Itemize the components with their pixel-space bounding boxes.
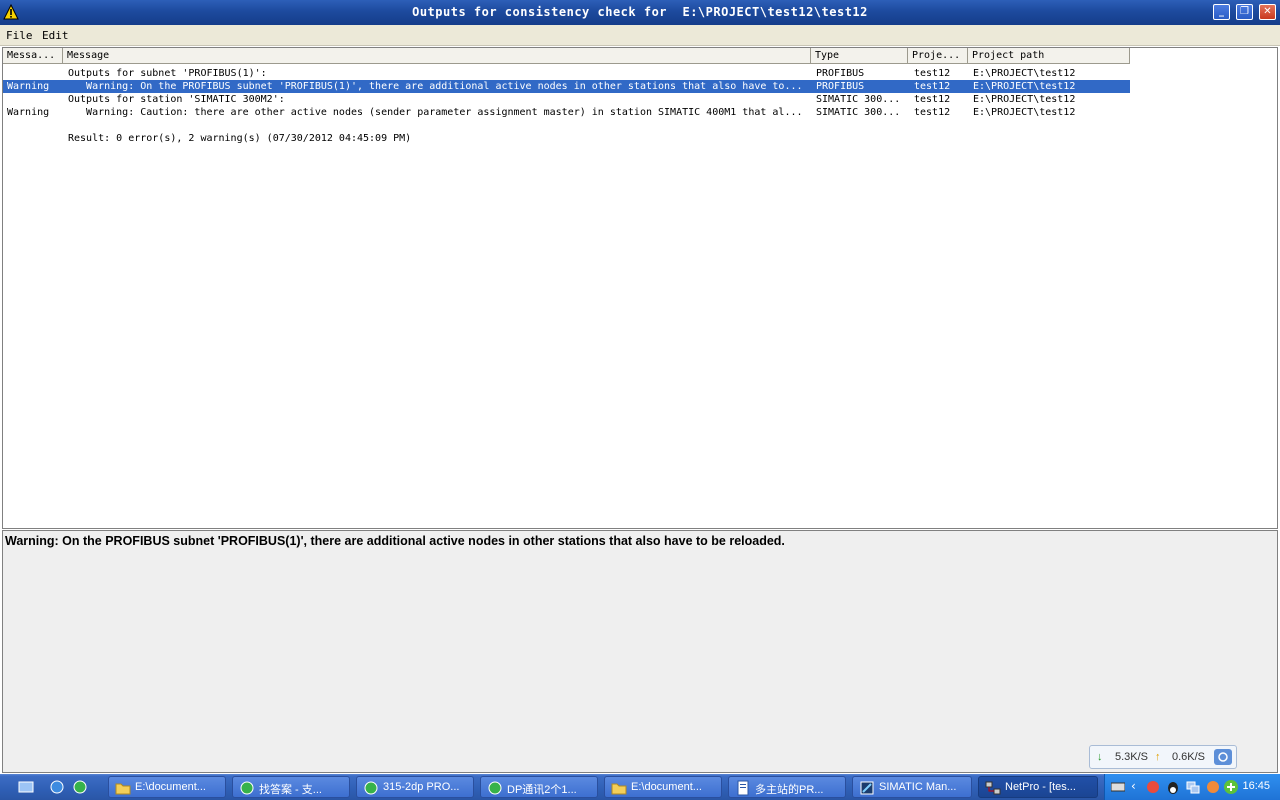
row-kind: Warning	[7, 81, 50, 92]
document-icon	[737, 780, 749, 796]
network-speed-widget[interactable]: ↓ 5.3K/S ↑ 0.6K/S	[1089, 745, 1237, 769]
title-bar: Outputs for consistency check for E:\PRO…	[0, 0, 1280, 25]
task-explorer-1[interactable]: E:\document...	[108, 776, 226, 798]
task-label: E:\document...	[631, 781, 702, 793]
row-project: test12	[914, 68, 951, 79]
column-header-message[interactable]: Message	[63, 48, 811, 64]
task-explorer-2[interactable]: E:\document...	[604, 776, 722, 798]
row-path: E:\PROJECT\test12	[973, 68, 1076, 79]
menu-bar: File Edit	[0, 25, 1280, 46]
table-row-selected[interactable]: Warning Warning: On the PROFIBUS subnet …	[3, 80, 1130, 93]
system-tray: ‹ 16:45	[1104, 774, 1280, 800]
taskbar: E:\document... 找答案 - 支... 315-2dp PRO...…	[0, 774, 1280, 800]
row-kind: Warning	[7, 107, 50, 118]
folder-icon	[611, 783, 627, 795]
close-button[interactable]: ✕	[1259, 4, 1276, 20]
browser-icon	[240, 781, 254, 795]
detail-text: Warning: On the PROFIBUS subnet 'PROFIBU…	[5, 534, 785, 548]
result-summary: Result: 0 error(s), 2 warning(s) (07/30/…	[68, 133, 412, 144]
task-label: DP通讯2个1...	[507, 784, 577, 796]
list-header: Messa... Message Type Proje... Project p…	[3, 48, 1130, 64]
table-row-result[interactable]: Result: 0 error(s), 2 warning(s) (07/30/…	[3, 132, 1130, 145]
refresh-icon[interactable]	[1214, 749, 1232, 765]
row-message: Warning: On the PROFIBUS subnet 'PROFIBU…	[68, 81, 803, 92]
menu-file[interactable]: File	[6, 29, 33, 42]
minimize-button[interactable]: _	[1213, 4, 1230, 20]
add-icon[interactable]	[1223, 779, 1239, 795]
task-document[interactable]: 多主站的PR...	[728, 776, 846, 798]
detail-pane: Warning: On the PROFIBUS subnet 'PROFIBU…	[2, 530, 1278, 773]
table-row[interactable]: Outputs for station 'SIMATIC 300M2': SIM…	[3, 93, 1130, 106]
row-message: Outputs for station 'SIMATIC 300M2':	[68, 94, 285, 105]
row-type: PROFIBUS	[816, 68, 865, 79]
column-header-project-path[interactable]: Project path	[968, 48, 1130, 64]
netpro-icon	[985, 781, 1001, 795]
show-desktop-icon[interactable]	[18, 779, 34, 795]
task-label: 315-2dp PRO...	[383, 781, 460, 793]
simatic-icon	[860, 781, 874, 795]
browser-quicklaunch-icon[interactable]	[72, 779, 88, 795]
download-speed: 5.3K/S	[1115, 751, 1149, 763]
ie-icon[interactable]	[49, 779, 65, 795]
row-type: SIMATIC 300...	[816, 107, 901, 118]
qq-icon[interactable]	[1165, 779, 1181, 795]
task-label: NetPro - [tes...	[1005, 781, 1076, 793]
task-label: E:\document...	[135, 781, 206, 793]
task-browser-1[interactable]: 找答案 - 支...	[232, 776, 350, 798]
task-label: SIMATIC Man...	[879, 781, 957, 793]
row-project: test12	[914, 107, 951, 118]
task-browser-2[interactable]: 315-2dp PRO...	[356, 776, 474, 798]
browser-icon	[488, 781, 502, 795]
folder-icon	[115, 783, 131, 795]
column-header-project[interactable]: Proje...	[908, 48, 968, 64]
row-project: test12	[914, 81, 951, 92]
security-icon[interactable]	[1205, 779, 1221, 795]
task-browser-3[interactable]: DP通讯2个1...	[480, 776, 598, 798]
row-path: E:\PROJECT\test12	[973, 94, 1076, 105]
row-project: test12	[914, 94, 951, 105]
row-type: SIMATIC 300...	[816, 94, 901, 105]
row-message: Warning: Caution: there are other active…	[68, 107, 803, 118]
clock: 16:45	[1242, 780, 1270, 792]
upload-arrow-icon: ↑	[1155, 751, 1161, 763]
network-icon[interactable]	[1185, 779, 1201, 795]
browser-icon	[364, 781, 378, 795]
download-arrow-icon: ↓	[1097, 751, 1103, 763]
row-type: PROFIBUS	[816, 81, 865, 92]
task-simatic-manager[interactable]: SIMATIC Man...	[852, 776, 972, 798]
restore-button[interactable]: ❐	[1236, 4, 1253, 20]
row-path: E:\PROJECT\test12	[973, 107, 1076, 118]
table-row[interactable]: Warning Warning: Caution: there are othe…	[3, 106, 1130, 119]
window-title: Outputs for consistency check for E:\PRO…	[412, 5, 868, 19]
task-label: 多主站的PR...	[755, 784, 824, 796]
column-header-type[interactable]: Type	[811, 48, 908, 64]
table-row[interactable]	[3, 119, 1130, 132]
task-netpro[interactable]: NetPro - [tes...	[978, 776, 1098, 798]
table-row[interactable]: Outputs for subnet 'PROFIBUS(1)': PROFIB…	[3, 67, 1130, 80]
keyboard-icon[interactable]	[1111, 780, 1125, 794]
expand-tray-icon[interactable]: ‹	[1131, 779, 1136, 793]
menu-edit[interactable]: Edit	[42, 29, 69, 42]
upload-speed: 0.6K/S	[1172, 751, 1206, 763]
column-header-message-type[interactable]: Messa...	[3, 48, 63, 64]
network-error-icon[interactable]	[1145, 779, 1161, 795]
message-list[interactable]: Messa... Message Type Proje... Project p…	[2, 47, 1278, 529]
row-message: Outputs for subnet 'PROFIBUS(1)':	[68, 68, 267, 79]
task-label: 找答案 - 支...	[259, 784, 322, 796]
row-path: E:\PROJECT\test12	[973, 81, 1076, 92]
